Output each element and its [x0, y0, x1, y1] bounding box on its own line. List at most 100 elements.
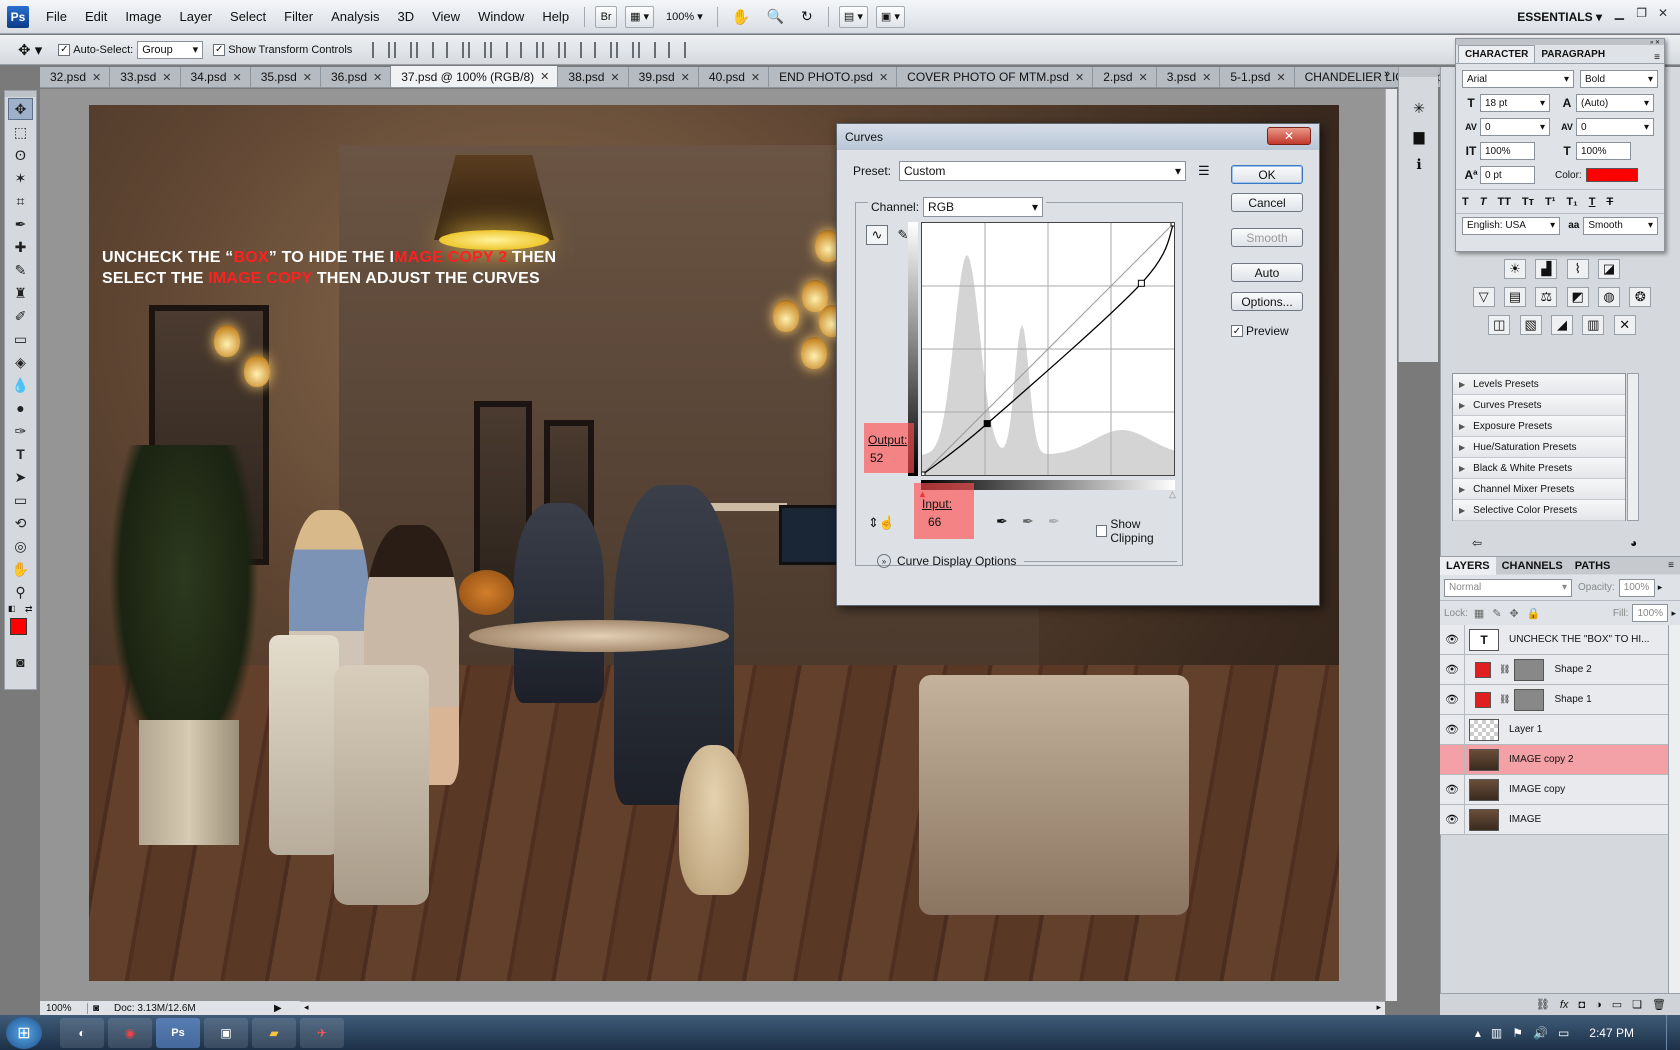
pen-tool-icon[interactable]: ✑: [8, 420, 33, 442]
lasso-tool-icon[interactable]: ʘ: [8, 144, 33, 166]
auto-select-checkbox[interactable]: ✓: [58, 43, 71, 56]
new-adjustment-layer-icon[interactable]: ◑: [1595, 999, 1602, 1011]
clock[interactable]: 2:47 PM: [1589, 1026, 1634, 1040]
white-point-slider-icon[interactable]: △: [1169, 489, 1176, 500]
move-tool-icon[interactable]: ✥: [8, 98, 33, 120]
document-tab[interactable]: 33.psd ✕: [110, 67, 181, 87]
tracking-field[interactable]: 0 ▾: [1576, 118, 1654, 136]
restore-icon[interactable]: ❐: [1636, 6, 1647, 20]
preset-item[interactable]: ▶ Selective Color Presets: [1453, 500, 1625, 521]
layer-thumbnail[interactable]: [1469, 778, 1499, 801]
show-desktop-button[interactable]: [1666, 1015, 1680, 1050]
minimize-icon[interactable]: ▁: [1615, 6, 1624, 20]
preset-options-icon[interactable]: ☰: [1198, 163, 1210, 179]
document-tab[interactable]: COVER PHOTO OF MTM.psd ✕: [897, 67, 1094, 87]
zoom-tool-icon[interactable]: 🔍: [762, 6, 787, 28]
faux-italic-icon[interactable]: T: [1480, 196, 1487, 208]
tab-close-icon[interactable]: ✕: [233, 71, 242, 84]
blur-tool-icon[interactable]: 💧: [8, 374, 33, 396]
brightness-contrast-icon[interactable]: ☀: [1503, 259, 1526, 279]
distribute-vcenter-icon[interactable]: [542, 41, 561, 58]
document-tab[interactable]: 5-1.psd ✕: [1220, 67, 1295, 87]
layer-row[interactable]: 👁 T UNCHECK THE "BOX" TO HI...: [1440, 624, 1680, 655]
menu-edit[interactable]: Edit: [76, 0, 116, 34]
lock-transparency-icon[interactable]: ▦: [1474, 607, 1484, 620]
layer-fill-thumbnail[interactable]: [1475, 691, 1491, 708]
tab-close-icon[interactable]: ✕: [1075, 71, 1084, 84]
brush-tool-icon[interactable]: ✎: [8, 259, 33, 281]
tab-close-icon[interactable]: ✕: [1202, 71, 1211, 84]
layer-visibility-icon[interactable]: 👁: [1440, 633, 1464, 646]
curve-control-point[interactable]: [918, 471, 926, 479]
document-tab[interactable]: 36.psd ✕: [321, 67, 392, 87]
scroll-right-icon[interactable]: ▸: [1376, 1002, 1381, 1013]
scroll-left-icon[interactable]: ◂: [304, 1002, 309, 1013]
screen-mode-button[interactable]: ▣ ▾: [875, 5, 905, 28]
vector-mask-thumbnail[interactable]: [1514, 658, 1545, 681]
explorer-taskbar-icon[interactable]: ▰: [252, 1017, 296, 1048]
leading-field[interactable]: (Auto) ▾: [1576, 94, 1654, 112]
hand-tool-icon[interactable]: ✋: [8, 558, 33, 580]
layer-thumbnail[interactable]: T: [1469, 628, 1499, 651]
curve-control-point[interactable]: [1137, 279, 1145, 287]
vector-mask-thumbnail[interactable]: [1514, 688, 1545, 711]
horizontal-scale-field[interactable]: 100%: [1576, 142, 1631, 160]
fill-arrow-icon[interactable]: ▸: [1671, 608, 1676, 619]
tab-close-icon[interactable]: ✕: [879, 71, 888, 84]
preset-item[interactable]: ▶ Exposure Presets: [1453, 416, 1625, 437]
auto-button[interactable]: Auto: [1231, 263, 1303, 282]
vibrance-icon[interactable]: ▽: [1472, 287, 1495, 307]
tray-display-icon[interactable]: ▭: [1558, 1026, 1569, 1040]
paint-bucket-tool-icon[interactable]: ◈: [8, 351, 33, 373]
layer-style-icon[interactable]: fx: [1560, 999, 1569, 1011]
rectangle-tool-icon[interactable]: ▭: [8, 489, 33, 511]
edit-points-curve-icon[interactable]: ∿: [866, 225, 888, 245]
strikethrough-icon[interactable]: T: [1606, 196, 1613, 208]
layer-visibility-icon[interactable]: 👁: [1440, 813, 1464, 826]
document-tab[interactable]: 39.psd ✕: [628, 67, 699, 87]
layer-visibility-icon[interactable]: 👁: [1440, 693, 1464, 706]
kerning-field[interactable]: 0 ▾: [1480, 118, 1550, 136]
tab-close-icon[interactable]: ✕: [92, 71, 101, 84]
chrome-taskbar-icon[interactable]: ◉: [108, 1017, 152, 1048]
layer-row[interactable]: 👁 Layer 1: [1440, 714, 1680, 745]
align-vcenter-icon[interactable]: [394, 41, 413, 58]
curve-control-point[interactable]: [983, 420, 991, 428]
link-layers-icon[interactable]: ⛓: [1536, 998, 1550, 1011]
info-icon[interactable]: ℹ: [1408, 153, 1430, 175]
baseline-shift-field[interactable]: 0 pt: [1480, 166, 1535, 184]
layer-row[interactable]: IMAGE copy 2: [1440, 744, 1680, 775]
rotate-view-icon[interactable]: ↻: [796, 6, 818, 28]
menu-image[interactable]: Image: [116, 0, 170, 34]
posterize-icon[interactable]: ▧: [1519, 315, 1542, 335]
layer-row[interactable]: 👁 IMAGE copy: [1440, 774, 1680, 805]
gray-eyedropper-icon[interactable]: ✒: [1022, 513, 1034, 530]
vertical-scrollbar[interactable]: [1385, 89, 1397, 1001]
input-value[interactable]: 66: [928, 515, 941, 529]
layer-visibility-icon[interactable]: 👁: [1440, 723, 1464, 736]
white-eyedropper-icon[interactable]: ✒: [1048, 513, 1060, 530]
subscript-icon[interactable]: T₁: [1566, 196, 1577, 208]
align-bottom-icon[interactable]: [416, 41, 435, 58]
layer-fill-thumbnail[interactable]: [1475, 661, 1491, 678]
menu-window[interactable]: Window: [469, 0, 533, 34]
document-tab[interactable]: 3.psd ✕: [1156, 67, 1221, 87]
layer-row[interactable]: 👁 ⛓ Shape 1: [1440, 684, 1680, 715]
lock-all-icon[interactable]: 🔒: [1527, 607, 1541, 620]
options-button[interactable]: Options...: [1231, 292, 1303, 311]
menu-filter[interactable]: Filter: [275, 0, 322, 34]
lock-pixels-icon[interactable]: ✎: [1492, 607, 1501, 620]
align-top-icon[interactable]: [372, 41, 391, 58]
tab-paragraph[interactable]: PARAGRAPH: [1535, 46, 1611, 63]
opacity-field[interactable]: 100%: [1618, 578, 1655, 597]
photo-filter-icon[interactable]: ◍: [1598, 287, 1621, 307]
dodge-tool-icon[interactable]: ●: [8, 397, 33, 419]
auto-align-icon[interactable]: [668, 41, 687, 58]
marquee-tool-icon[interactable]: ⬚: [8, 121, 33, 143]
menu-select[interactable]: Select: [221, 0, 275, 34]
hand-tool-icon[interactable]: ✋: [728, 6, 755, 28]
channel-select[interactable]: RGB ▾: [923, 197, 1044, 217]
layer-thumbnail[interactable]: [1469, 748, 1499, 771]
tray-network-icon[interactable]: ▥: [1491, 1026, 1502, 1040]
type-tool-icon[interactable]: T: [8, 443, 33, 465]
